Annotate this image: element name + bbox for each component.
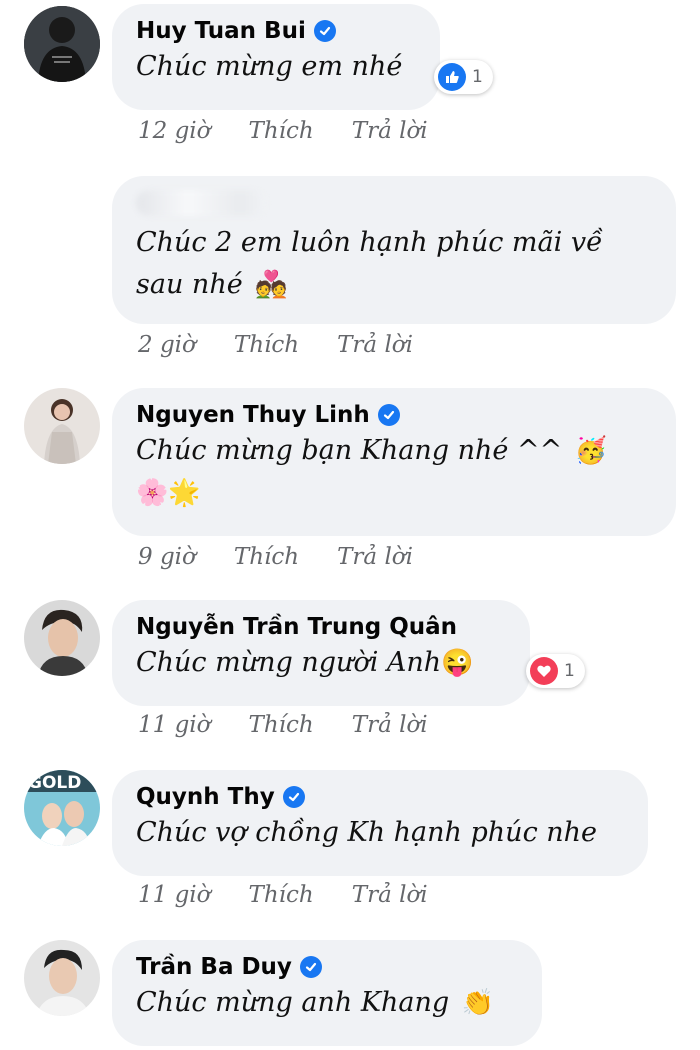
timestamp[interactable]: 11 giờ [138, 712, 211, 738]
love-icon [530, 657, 558, 685]
avatar[interactable] [24, 940, 100, 1016]
comment-bubble: Trần Ba Duy Chúc mừng anh Khang 👏 [112, 940, 542, 1046]
comment-text: Chúc mừng người Anh [136, 647, 442, 678]
comment-bubble: Nguyen Thuy Linh Chúc mừng bạn Khang nhé… [112, 388, 676, 536]
comment-text-line-2: sau nhé 💑 [136, 264, 652, 306]
comment-actions: 2 giờ Thích Trả lời [138, 332, 413, 358]
reaction-count[interactable]: 1 [526, 654, 585, 688]
clapping-hands-emoji-icon: 👏 [461, 988, 495, 1018]
comment-bubble: Chúc 2 em luôn hạnh phúc mãi về sau nhé … [112, 176, 676, 324]
comment-author[interactable]: Trần Ba Duy [136, 952, 518, 982]
comment-text-line-2: 🌸🌟 [136, 472, 652, 514]
comment-text: Chúc mừng anh Khang [136, 987, 450, 1018]
comment-text-line-1: Chúc mừng người Anh😜 [136, 642, 506, 684]
reply-link[interactable]: Trả lời [352, 118, 428, 144]
like-link[interactable]: Thích [249, 882, 314, 908]
like-link[interactable]: Thích [249, 118, 314, 144]
reply-link[interactable]: Trả lời [337, 544, 413, 570]
comment-text: Chúc mừng bạn Khang nhé ^^ [136, 435, 563, 466]
verified-badge-icon [313, 20, 336, 42]
verified-badge-icon [299, 956, 322, 978]
winking-tongue-emoji-icon: 😜 [441, 648, 474, 678]
flower-star-emoji-icon: 🌸🌟 [136, 478, 201, 508]
comment-author[interactable]: Huy Tuan Bui [136, 16, 416, 46]
reaction-count[interactable]: 1 [434, 60, 493, 94]
blurred-author-name [136, 190, 266, 216]
comment-actions: 9 giờ Thích Trả lời [138, 544, 413, 570]
like-link[interactable]: Thích [249, 712, 314, 738]
comment-text: Chúc vợ chồng Kh hạnh phúc nhe [136, 817, 598, 848]
comment-text-line-1: Chúc mừng anh Khang 👏 [136, 982, 518, 1024]
timestamp[interactable]: 2 giờ [138, 332, 196, 358]
reaction-number: 1 [472, 67, 483, 87]
comment-text-line-1: Chúc mừng bạn Khang nhé ^^ 🥳 [136, 430, 652, 472]
reply-link[interactable]: Trả lời [352, 712, 428, 738]
author-name[interactable]: Quynh Thy [136, 782, 275, 812]
comment-actions: 11 giờ Thích Trả lời [138, 882, 428, 908]
comment-text: Chúc 2 em luôn hạnh phúc mãi về [136, 227, 603, 258]
comment-author[interactable]: Nguyễn Trần Trung Quân [136, 612, 506, 642]
reply-link[interactable]: Trả lời [337, 332, 413, 358]
avatar-print-text: GOLD [28, 773, 81, 793]
avatar[interactable] [24, 600, 100, 676]
comment-author[interactable]: Nguyen Thuy Linh [136, 400, 652, 430]
author-name[interactable]: Trần Ba Duy [136, 952, 292, 982]
comment-author[interactable]: Quynh Thy [136, 782, 624, 812]
timestamp[interactable]: 12 giờ [138, 118, 211, 144]
comment-text: Chúc mừng em nhé [136, 51, 403, 82]
author-name[interactable]: Huy Tuan Bui [136, 16, 306, 46]
comment-actions: 12 giờ Thích Trả lời [138, 118, 428, 144]
verified-badge-icon [282, 786, 305, 808]
timestamp[interactable]: 11 giờ [138, 882, 211, 908]
author-name[interactable]: Nguyễn Trần Trung Quân [136, 612, 457, 642]
like-link[interactable]: Thích [234, 332, 299, 358]
comment-text-part: sau nhé [136, 269, 243, 300]
comment-bubble: Huy Tuan Bui Chúc mừng em nhé [112, 4, 440, 110]
timestamp[interactable]: 9 giờ [138, 544, 196, 570]
verified-badge-icon [377, 404, 400, 426]
reply-link[interactable]: Trả lời [352, 882, 428, 908]
reaction-number: 1 [564, 661, 575, 681]
comment-actions: 11 giờ Thích Trả lời [138, 712, 428, 738]
like-link[interactable]: Thích [234, 544, 299, 570]
party-face-emoji-icon: 🥳 [574, 436, 608, 466]
like-icon [438, 63, 466, 91]
comment-bubble: Nguyễn Trần Trung Quân Chúc mừng người A… [112, 600, 530, 706]
avatar[interactable] [24, 6, 100, 82]
avatar[interactable]: GOLD [24, 770, 100, 846]
avatar[interactable] [24, 388, 100, 464]
author-name[interactable]: Nguyen Thuy Linh [136, 400, 370, 430]
comment-bubble: Quynh Thy Chúc vợ chồng Kh hạnh phúc nhe [112, 770, 648, 876]
couple-emoji-icon: 💑 [255, 270, 288, 300]
